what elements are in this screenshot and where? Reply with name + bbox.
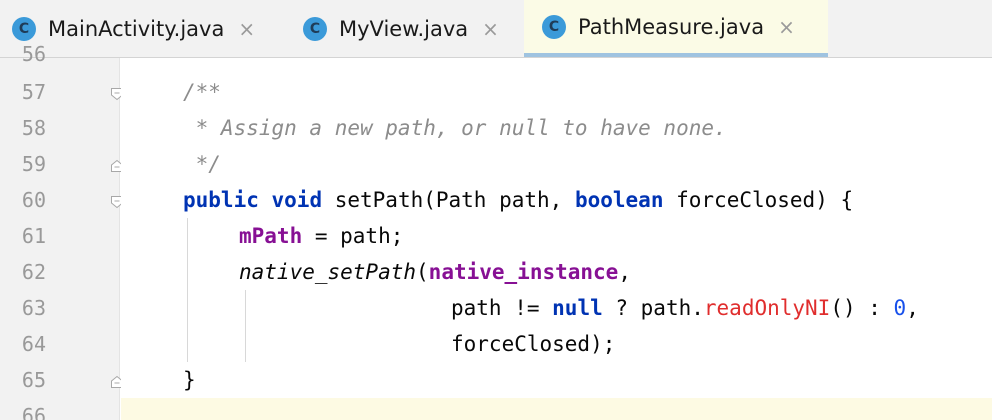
indent-guide xyxy=(187,218,188,362)
line-number: 56 xyxy=(21,42,46,66)
java-class-icon: C xyxy=(542,14,566,39)
code-line-65: } xyxy=(183,368,196,392)
tab-my-view[interactable]: C MyView.java × xyxy=(303,0,499,57)
line-number: 62 xyxy=(21,260,46,284)
line-number-gutter[interactable]: 56 57 58 59 60 61 62 63 64 65 66 xyxy=(0,42,123,420)
code-line-61: mPath = path; xyxy=(239,224,404,248)
code-line-62: native_setPath(native_instance, xyxy=(239,260,631,284)
code-line-59: */ xyxy=(183,152,221,176)
editor-tab-bar: C MainActivity.java × C MyView.java × C … xyxy=(0,0,992,58)
line-number: 64 xyxy=(21,332,46,356)
close-icon[interactable]: × xyxy=(482,17,499,41)
close-icon[interactable]: × xyxy=(778,15,795,39)
editor-window: C MainActivity.java × C MyView.java × C … xyxy=(0,0,992,420)
line-number: 61 xyxy=(21,224,46,248)
code-line-64: forceClosed); xyxy=(451,332,616,356)
current-line-highlight xyxy=(121,398,992,420)
code-line-58: * Assign a new path, or null to have non… xyxy=(183,116,727,140)
tab-path-measure[interactable]: C PathMeasure.java × xyxy=(524,0,828,57)
line-number: 66 xyxy=(21,404,46,420)
close-icon[interactable]: × xyxy=(238,17,255,41)
line-number: 57 xyxy=(21,80,46,104)
line-number: 60 xyxy=(21,188,46,212)
tab-main-activity[interactable]: C MainActivity.java × xyxy=(12,0,255,57)
code-editor[interactable]: /** * Assign a new path, or null to have… xyxy=(121,58,992,420)
line-number: 65 xyxy=(21,368,46,392)
java-class-icon: C xyxy=(303,16,327,41)
line-number: 63 xyxy=(21,296,46,320)
code-line-63: path != null ? path.readOnlyNI() : 0, xyxy=(451,296,919,320)
code-line-60: public void setPath(Path path, boolean f… xyxy=(183,188,854,212)
line-number: 59 xyxy=(21,152,46,176)
line-number: 58 xyxy=(21,116,46,140)
code-line-57: /** xyxy=(183,80,221,104)
tab-label: MyView.java xyxy=(339,16,469,41)
tab-label: MainActivity.java xyxy=(48,16,225,41)
indent-guide xyxy=(245,290,246,362)
tab-label: PathMeasure.java xyxy=(578,14,765,39)
